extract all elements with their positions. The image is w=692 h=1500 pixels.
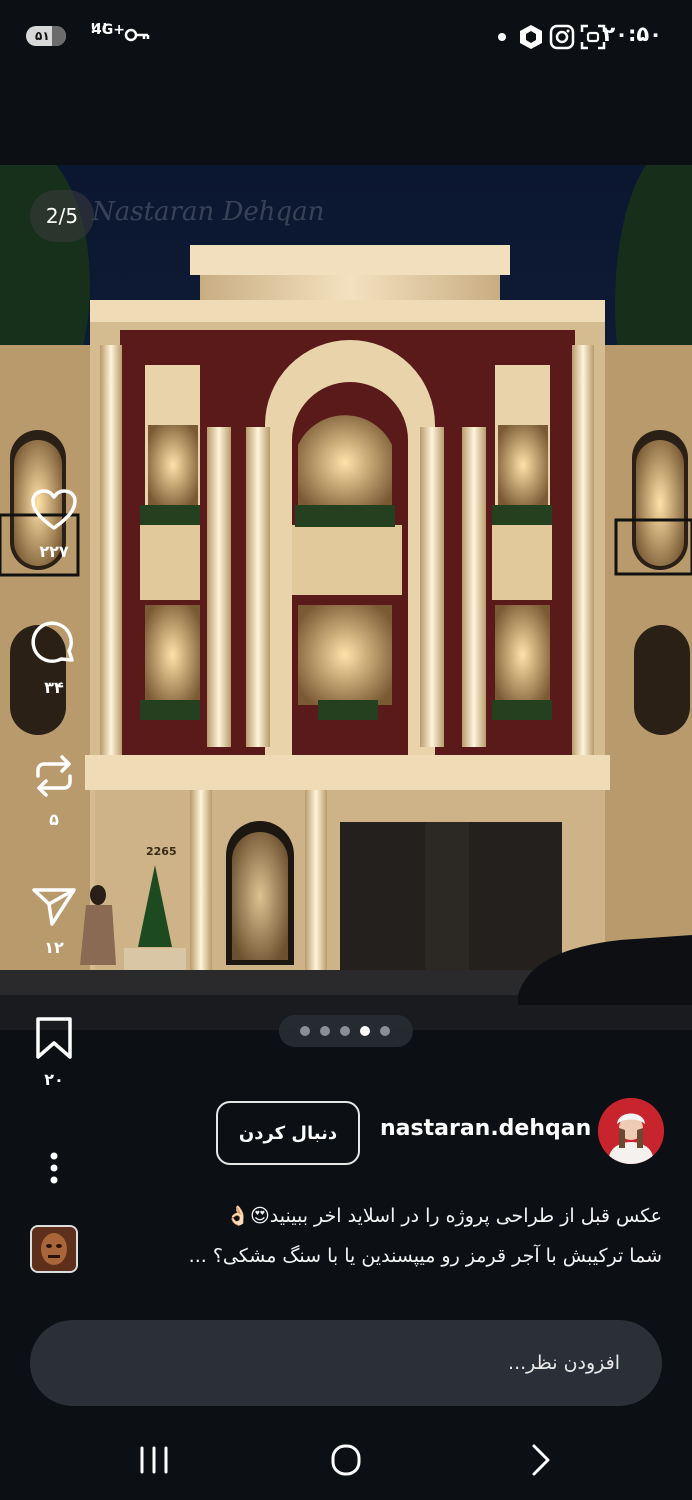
notification-dot-icon xyxy=(498,33,506,41)
author-username[interactable]: nastaran.dehqan xyxy=(380,1116,591,1141)
carousel-indicator xyxy=(279,1015,413,1047)
post-image[interactable]: 2265 Nastaran Dehqan xyxy=(0,165,692,1030)
like-count: ۲۲۷ xyxy=(39,542,69,561)
home-icon[interactable] xyxy=(316,1438,376,1482)
heart-icon[interactable] xyxy=(30,488,78,532)
caption-line-2: شما ترکیبش با آجر قرمز رو میپسندین یا با… xyxy=(188,1245,662,1267)
house-number: 2265 xyxy=(146,845,177,858)
image-counter: 2/5 xyxy=(30,190,94,242)
recent-apps-icon[interactable] xyxy=(124,1438,184,1482)
share-action[interactable]: ۱۲ xyxy=(24,884,84,957)
comment-action[interactable]: ۳۴ xyxy=(24,620,84,697)
carousel-dot xyxy=(300,1026,310,1036)
save-action[interactable]: ۲۰ xyxy=(24,1016,84,1089)
key-icon xyxy=(124,26,150,48)
more-options-button[interactable] xyxy=(24,1150,84,1186)
watermark: Nastaran Dehqan xyxy=(91,197,324,227)
repost-icon[interactable] xyxy=(32,752,76,800)
clock: ۲۰:۵۰ xyxy=(602,22,662,46)
audio-thumbnail[interactable] xyxy=(30,1225,78,1273)
chevron-right-icon[interactable] xyxy=(510,1438,570,1482)
author-avatar[interactable] xyxy=(598,1098,664,1164)
comment-input[interactable] xyxy=(30,1320,662,1406)
save-count: ۲۰ xyxy=(44,1070,64,1089)
repost-action[interactable]: ۵ xyxy=(24,752,84,829)
home-button[interactable] xyxy=(316,1438,376,1482)
share-count: ۱۲ xyxy=(44,938,64,957)
recent-apps-button[interactable] xyxy=(124,1438,184,1482)
bookmark-icon[interactable] xyxy=(34,1016,74,1060)
building-render-illustration: 2265 Nastaran Dehqan xyxy=(0,165,692,1030)
network-type: 4G+ xyxy=(92,22,125,38)
carousel-dot xyxy=(380,1026,390,1036)
back-button[interactable] xyxy=(510,1438,570,1482)
repost-count: ۵ xyxy=(49,810,59,829)
caption-line-1: عکس قبل از طراحی پروژه را در اسلاید اخر … xyxy=(226,1205,662,1227)
battery-indicator: ۵۱ xyxy=(26,26,66,46)
carousel-dot xyxy=(340,1026,350,1036)
carousel-dot-active xyxy=(360,1026,370,1036)
like-action[interactable]: ۲۲۷ xyxy=(24,488,84,561)
comment-bubble-icon[interactable] xyxy=(30,620,78,668)
battery-level: ۵۱ xyxy=(35,29,50,43)
more-vertical-icon[interactable] xyxy=(48,1150,60,1186)
follow-button[interactable]: دنبال کردن xyxy=(216,1101,360,1165)
carousel-dot xyxy=(320,1026,330,1036)
send-icon[interactable] xyxy=(30,884,78,928)
status-bar: ۵۱ !!! 4G+ ۲۰:۵۰ xyxy=(0,0,692,72)
post-caption[interactable]: عکس قبل از طراحی پروژه را در اسلاید اخر … xyxy=(102,1196,662,1276)
hexagon-app-icon xyxy=(518,24,544,50)
comment-count: ۳۴ xyxy=(44,678,64,697)
system-nav-bar xyxy=(0,1420,692,1500)
instagram-icon xyxy=(549,24,575,50)
